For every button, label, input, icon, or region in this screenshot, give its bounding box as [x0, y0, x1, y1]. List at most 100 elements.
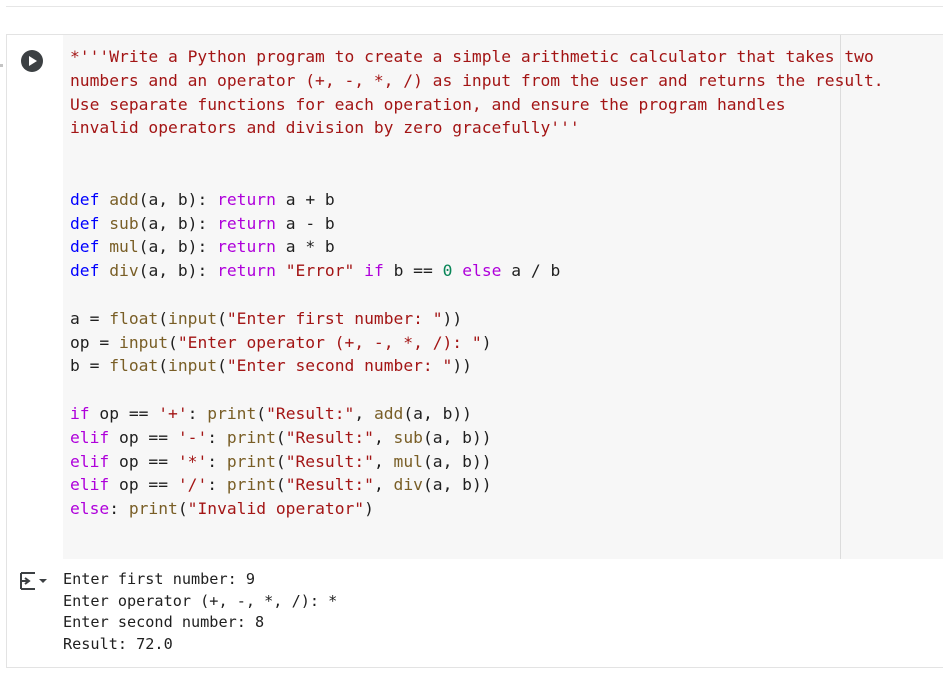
- code-token: (a, b)): [422, 475, 492, 495]
- code-token: a - b: [275, 213, 335, 233]
- code-token: return: [217, 237, 276, 257]
- code-token: (: [275, 427, 286, 447]
- code-token: '+': [158, 403, 188, 423]
- code-token: "Result:": [285, 451, 374, 471]
- code-token: return: [217, 213, 276, 233]
- code-line: def div(a, b): return "Error" if b == 0 …: [70, 259, 884, 283]
- code-line: def add(a, b): return a + b: [70, 188, 884, 212]
- output-collapse-icon[interactable]: [18, 569, 48, 593]
- code-token: :: [187, 403, 208, 423]
- output-line: Enter operator (+, -, *, /): *: [63, 591, 338, 610]
- code-token: input: [168, 308, 218, 328]
- code-token: input: [168, 356, 218, 376]
- play-icon: [29, 56, 37, 66]
- code-token: def: [70, 237, 100, 257]
- code-token: return: [217, 189, 276, 209]
- code-token: print: [128, 499, 178, 519]
- code-token: (: [158, 308, 169, 328]
- cell-output: Enter first number: 9 Enter operator (+, …: [7, 559, 943, 667]
- code-token: mul: [109, 237, 139, 257]
- code-line: def sub(a, b): return a - b: [70, 212, 884, 236]
- code-token: (: [217, 308, 227, 328]
- code-token: op ==: [109, 427, 178, 447]
- code-token: numbers and an operator (+, -, *, /) as …: [70, 70, 884, 90]
- code-token: op ==: [109, 451, 178, 471]
- code-token: (: [217, 356, 227, 376]
- code-token: (a, b):: [138, 189, 218, 209]
- code-token: ): [364, 499, 374, 519]
- code-token: :: [207, 475, 227, 495]
- code-token: ): [481, 332, 492, 352]
- notebook-code-cell[interactable]: *'''Write a Python program to create a s…: [6, 34, 943, 668]
- code-token: (a, b)): [422, 427, 492, 447]
- code-token: div: [393, 475, 423, 495]
- code-token: a =: [70, 308, 110, 328]
- code-token: "Result:": [285, 475, 374, 495]
- code-token: "Error": [285, 261, 355, 281]
- code-token: ,: [373, 427, 394, 447]
- code-token: if: [70, 403, 90, 423]
- code-token: ,: [354, 403, 374, 423]
- code-token: (: [168, 332, 178, 352]
- code-token: div: [109, 261, 139, 281]
- code-token: a / b: [501, 261, 561, 281]
- code-token: "Enter second number: ": [226, 356, 453, 376]
- code-line: elif op == '/': print("Result:", div(a, …: [70, 473, 884, 497]
- output-line: Enter first number: 9: [63, 570, 256, 588]
- code-token: print: [226, 427, 276, 447]
- code-line: b = float(input("Enter second number: ")…: [70, 354, 884, 378]
- code-token: input: [119, 332, 169, 352]
- code-line: numbers and an operator (+, -, *, /) as …: [70, 69, 884, 93]
- code-line: elif op == '-': print("Result:", sub(a, …: [70, 426, 884, 450]
- code-token: invalid operators and division by zero g…: [70, 118, 580, 138]
- code-token: ,: [373, 475, 394, 495]
- output-text: Enter first number: 9 Enter operator (+, …: [63, 569, 337, 656]
- code-token: '*': [177, 451, 208, 471]
- code-token: a + b: [275, 189, 335, 209]
- code-token: def: [70, 189, 100, 209]
- code-token: (: [256, 403, 267, 423]
- code-token: Use separate functions for each operatio…: [70, 94, 786, 114]
- code-token: print: [207, 403, 257, 423]
- code-line: Use separate functions for each operatio…: [70, 93, 884, 117]
- code-token: add: [109, 189, 139, 209]
- code-token: elif: [70, 451, 110, 471]
- code-token: else: [462, 261, 502, 281]
- code-token: if: [364, 261, 384, 281]
- code-token: *'''Write a Python program to create a s…: [70, 47, 874, 66]
- code-token: :: [207, 451, 227, 471]
- code-token: (: [158, 356, 169, 376]
- code-token: else: [70, 499, 110, 519]
- code-editor[interactable]: *'''Write a Python program to create a s…: [63, 35, 943, 559]
- code-token: elif: [70, 427, 110, 447]
- code-token: b ==: [383, 261, 443, 281]
- code-token: (: [275, 451, 286, 471]
- code-token: :: [109, 499, 129, 519]
- output-line: Result: 72.0: [63, 635, 173, 654]
- code-line: if op == '+': print("Result:", add(a, b)…: [70, 402, 884, 426]
- code-token: "Enter operator (+, -, *, /): ": [177, 332, 482, 352]
- code-line: def mul(a, b): return a * b: [70, 235, 884, 259]
- code-token: 0: [442, 261, 453, 281]
- code-token: float: [109, 356, 159, 376]
- code-token: print: [226, 475, 276, 495]
- code-token: def: [70, 213, 100, 233]
- code-text[interactable]: *'''Write a Python program to create a s…: [70, 45, 884, 521]
- code-line: *'''Write a Python program to create a s…: [70, 45, 884, 69]
- code-token: '/': [177, 475, 208, 495]
- code-line: else: print("Invalid operator"): [70, 497, 884, 521]
- run-cell-button[interactable]: [21, 50, 43, 72]
- code-token: (a, b)): [403, 403, 472, 423]
- code-token: ,: [373, 451, 394, 471]
- code-token: b =: [70, 356, 110, 376]
- code-token: sub: [393, 427, 423, 447]
- code-token: (a, b):: [138, 237, 218, 257]
- code-token: (: [275, 475, 286, 495]
